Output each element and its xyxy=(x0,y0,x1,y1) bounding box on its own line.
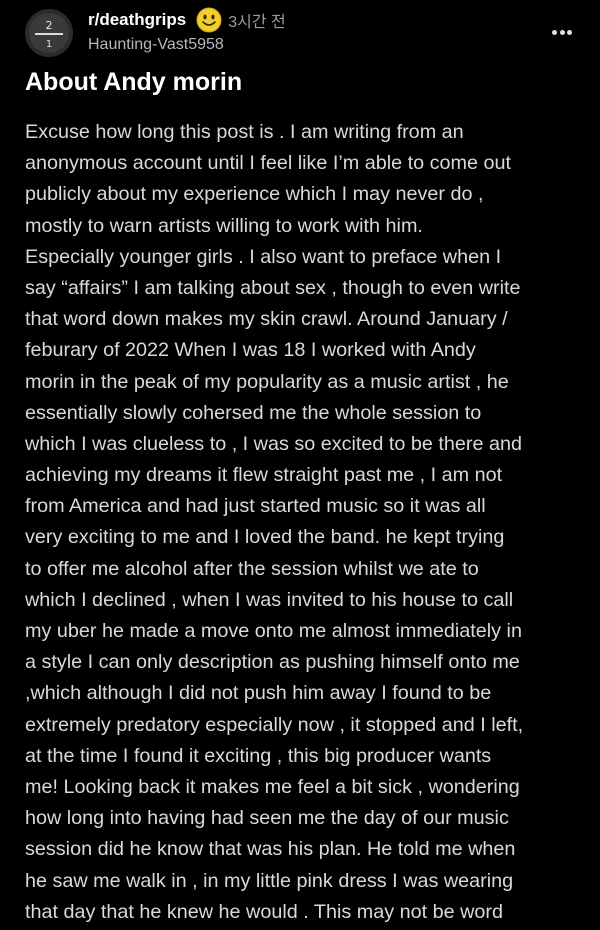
body-line: that day that he knew he would . This ma… xyxy=(25,900,503,923)
body-line: essentially slowly cohersed me the whole… xyxy=(25,401,482,424)
body-line: which I was clueless to , I was so excit… xyxy=(25,432,522,455)
body-line: morin in the peak of my popularity as a … xyxy=(25,370,509,393)
body-line: a style I can only description as pushin… xyxy=(25,651,520,674)
post-body: Excuse how long this post is . I am writ… xyxy=(25,117,585,928)
post-author[interactable]: Haunting-Vast5958 xyxy=(88,36,224,54)
smiley-face-icon xyxy=(196,7,222,33)
body-line: Excuse how long this post is . I am writ… xyxy=(25,121,464,143)
body-line: session did he know that was his plan. H… xyxy=(25,838,516,861)
body-line: feburary of 2022 When I was 18 I worked … xyxy=(25,339,476,362)
body-line: that word down makes my skin crawl. Arou… xyxy=(25,308,508,331)
body-line: he saw me walk in , in my little pink dr… xyxy=(25,869,514,892)
body-line: very exciting to me and I loved the band… xyxy=(25,526,505,549)
body-line: to offer me alcohol after the session wh… xyxy=(25,557,479,580)
body-line: mostly to warn artists willing to work w… xyxy=(25,214,423,237)
body-line: from America and had just started music … xyxy=(25,495,486,518)
subreddit-name[interactable]: r/deathgrips xyxy=(88,10,186,30)
body-line: my uber he made a move onto me almost im… xyxy=(25,620,522,642)
post-header: 2 1 r/deathgrips 3시간 전 Haunting-Vast5958 xyxy=(0,0,600,64)
body-line: say “affairs” I am talking about sex , t… xyxy=(25,276,521,299)
subreddit-avatar-image: 2 1 xyxy=(25,9,73,57)
body-line: how long into having had seen me the day… xyxy=(25,807,509,830)
dot xyxy=(559,29,565,35)
body-line: which I declined , when I was invited to… xyxy=(25,588,514,611)
post-meta-line: r/deathgrips 3시간 전 xyxy=(88,7,286,33)
body-line: extremely predatory especially now , it … xyxy=(25,713,524,736)
post-timestamp: 3시간 전 xyxy=(228,14,286,31)
post-title: About Andy morin xyxy=(25,68,243,96)
svg-text:1: 1 xyxy=(46,39,52,50)
dot xyxy=(567,29,572,35)
body-line: me! Looking back it makes me feel a bit … xyxy=(25,775,520,798)
dot xyxy=(552,29,557,35)
body-line: publicly about my experience which I may… xyxy=(25,183,484,206)
subreddit-avatar[interactable]: 2 1 xyxy=(25,9,73,57)
body-line: at the time I found it exciting , this b… xyxy=(25,744,492,767)
svg-text:2: 2 xyxy=(46,19,53,32)
body-line: achieving my dreams it flew straight pas… xyxy=(25,464,503,487)
body-line: ,which although I did not push him away … xyxy=(25,682,492,705)
body-line: anonymous account until I feel like I’m … xyxy=(25,152,512,175)
body-line: Especially younger girls . I also want t… xyxy=(25,245,502,268)
more-options-icon[interactable] xyxy=(548,18,576,46)
